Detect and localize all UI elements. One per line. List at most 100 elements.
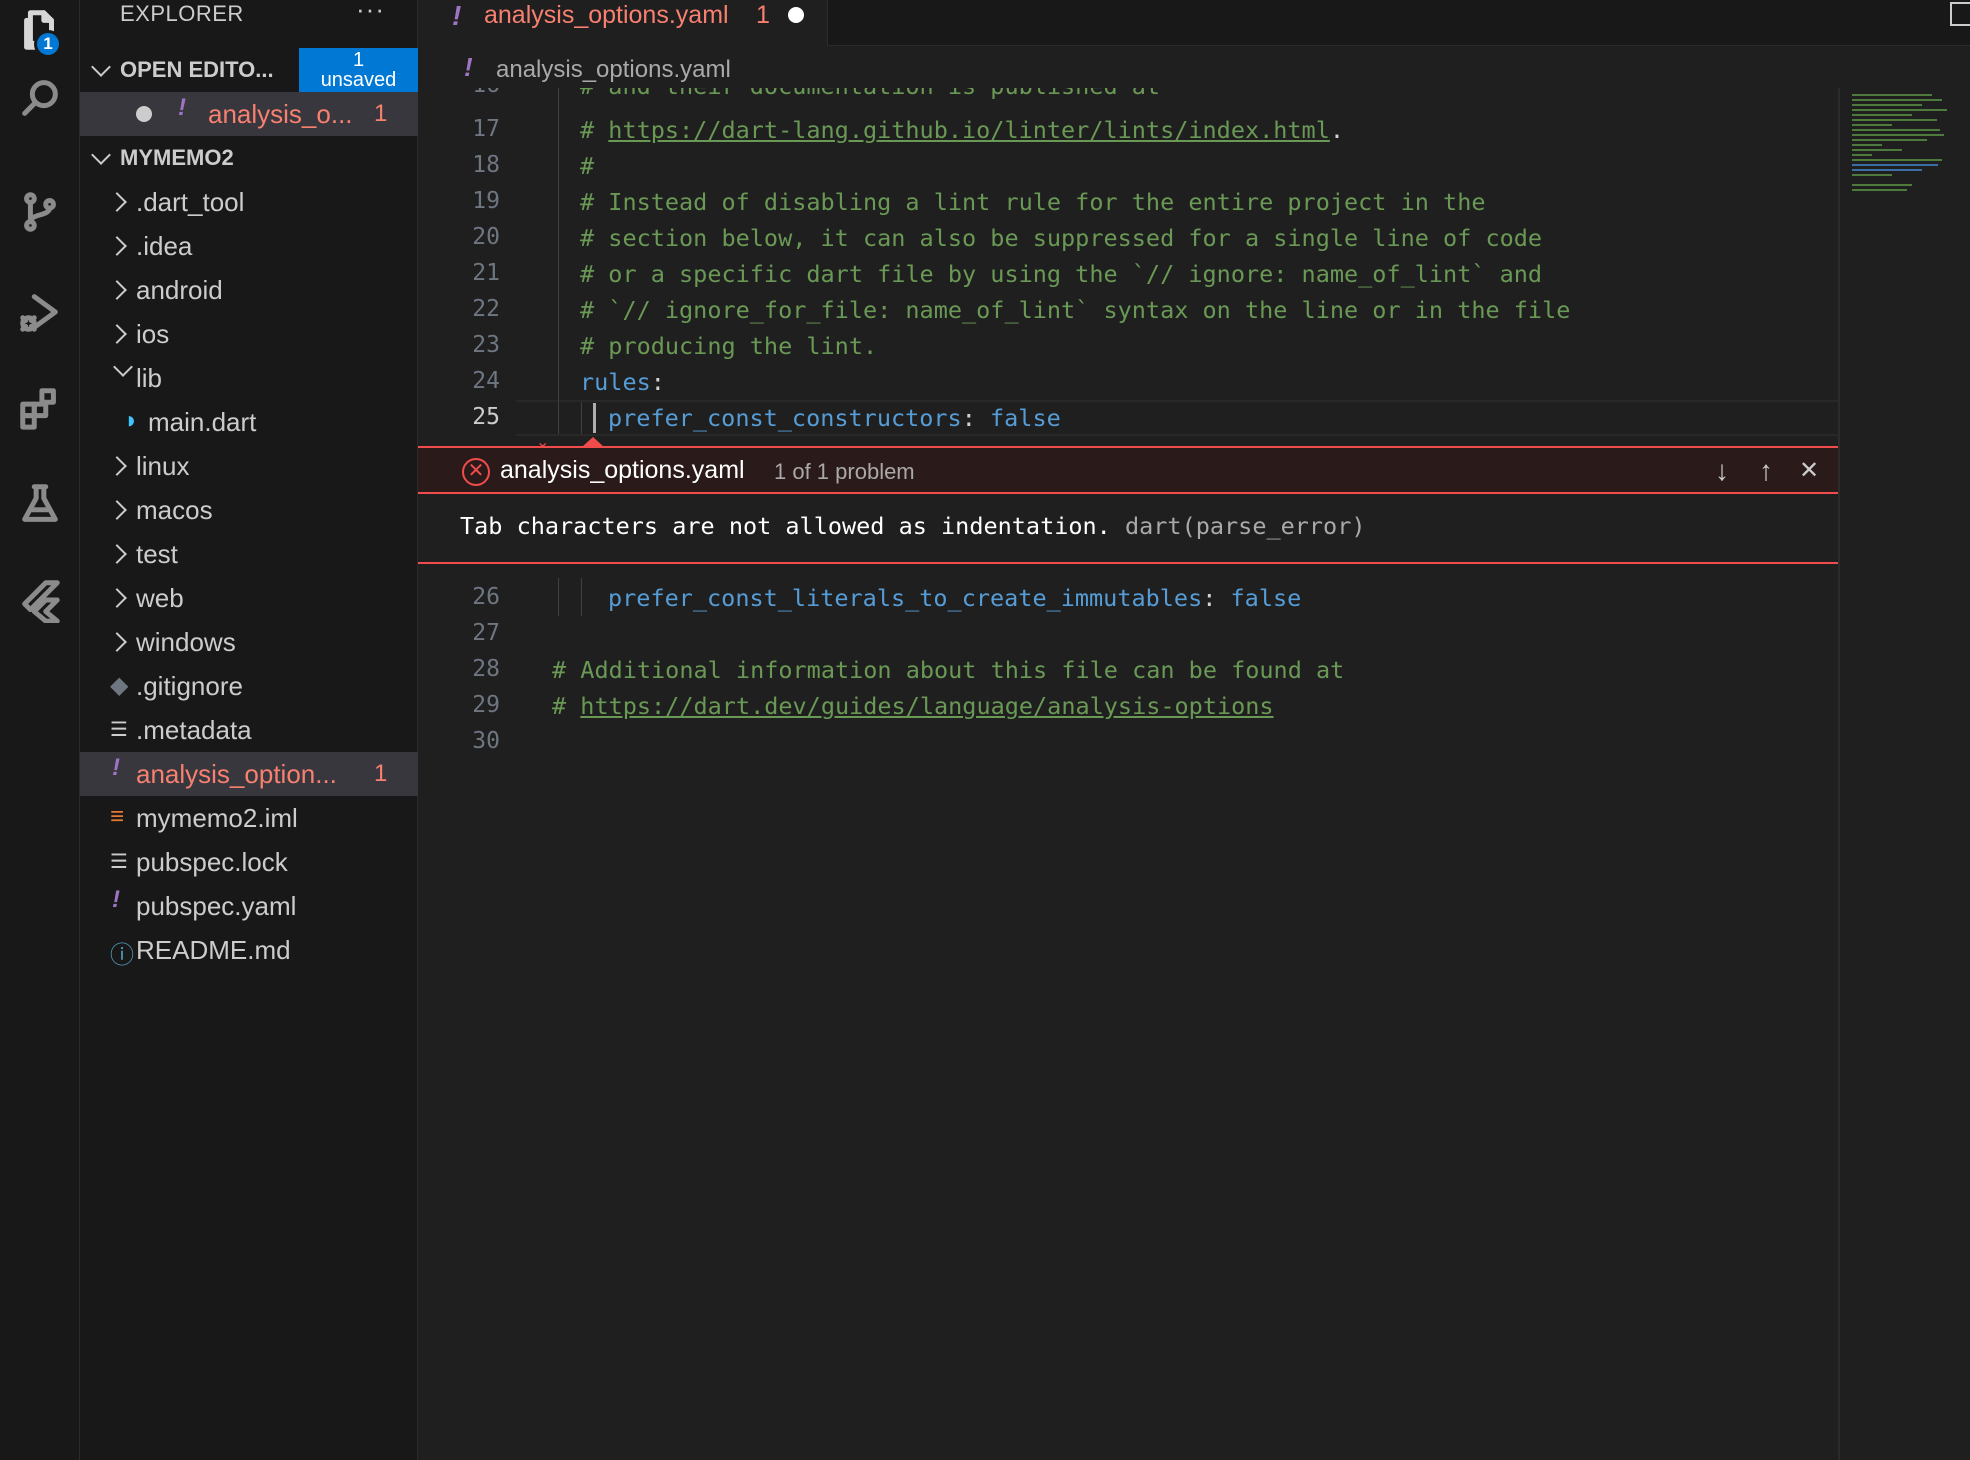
tree-item[interactable]: lib	[80, 356, 418, 400]
flutter-icon[interactable]	[0, 556, 80, 644]
tree-item[interactable]: android	[80, 268, 418, 312]
info-icon: ⓘ	[110, 942, 134, 969]
tree-item[interactable]: ☰ pubspec.lock	[80, 840, 418, 884]
tree-item[interactable]: ! pubspec.yaml	[80, 884, 418, 928]
minimap-line	[1852, 104, 1922, 106]
project-label: MYMEMO2	[120, 145, 234, 170]
tree-item[interactable]: windows	[80, 620, 418, 664]
code-line: # https://dart.dev/guides/language/analy…	[552, 692, 1274, 720]
code-line: # producing the lint.	[580, 332, 878, 360]
yaml-value: false	[1230, 584, 1302, 612]
line-number: 24	[472, 368, 500, 394]
yaml-value: false	[990, 404, 1061, 432]
tree-item[interactable]: ☰ .metadata	[80, 708, 418, 752]
more-actions-icon[interactable]: ···	[356, 0, 385, 25]
text-file-icon: ☰	[110, 851, 128, 873]
tree-item[interactable]: ◗ main.dart	[80, 400, 418, 444]
tree-item-label: pubspec.yaml	[136, 891, 297, 921]
split-editor-icon[interactable]	[1950, 2, 1970, 26]
code-line: prefer_const_constructors: false	[608, 404, 1061, 432]
error-message: Tab characters are not allowed as indent…	[460, 512, 1111, 540]
explorer-panel: EXPLORER ··· OPEN EDITO... 1 unsaved ! a…	[80, 0, 418, 1460]
problem-count: 1	[374, 100, 388, 127]
project-header[interactable]: MYMEMO2	[80, 136, 418, 180]
line-number: 20	[472, 224, 500, 250]
activity-bar: 1	[0, 0, 80, 1460]
search-icon[interactable]	[0, 54, 80, 142]
chevron-right-icon	[107, 236, 127, 256]
scrollbar-track[interactable]	[1838, 88, 1840, 1460]
tree-item[interactable]: .idea	[80, 224, 418, 268]
minimap-line	[1852, 144, 1882, 146]
tree-item[interactable]: web	[80, 576, 418, 620]
code-punct: :	[650, 368, 665, 396]
minimap-line	[1852, 109, 1947, 111]
tree-item[interactable]: ! analysis_option... 1	[80, 752, 418, 796]
next-problem-button[interactable]: ↓	[1706, 456, 1738, 488]
close-peek-button[interactable]: ✕	[1793, 456, 1825, 488]
tree-item-label: .dart_tool	[136, 187, 245, 217]
run-debug-icon[interactable]	[0, 268, 80, 356]
unsaved-dot-icon[interactable]	[136, 106, 152, 122]
yaml-key: prefer_const_constructors	[608, 404, 962, 432]
line-number: 29	[472, 692, 500, 718]
tree-item-label: pubspec.lock	[136, 847, 288, 877]
code-link[interactable]: https://dart.dev/guides/language/analysi…	[580, 692, 1273, 720]
code-line: # `// ignore_for_file: name_of_lint` syn…	[580, 296, 1571, 324]
minimap[interactable]	[1848, 88, 1970, 228]
code-punct: :	[961, 404, 991, 432]
problem-peek: ✕ analysis_options.yaml 1 of 1 problem ↓…	[418, 446, 1838, 564]
open-editor-label: analysis_o...	[208, 99, 353, 129]
tree-item[interactable]: macos	[80, 488, 418, 532]
code-line: #	[580, 152, 595, 180]
explorer-icon[interactable]: 1	[0, 0, 80, 60]
dart-icon: ◗	[124, 407, 139, 434]
tree-item[interactable]: test	[80, 532, 418, 576]
git-icon: ◆	[110, 672, 129, 699]
chevron-right-icon	[107, 324, 127, 344]
minimap-line	[1852, 139, 1927, 141]
peek-count: 1 of 1 problem	[774, 459, 915, 484]
tree-item-label: windows	[136, 627, 236, 657]
line-number: 26	[472, 584, 500, 610]
tree-item[interactable]: ≡ mymemo2.iml	[80, 796, 418, 840]
previous-problem-button[interactable]: ↑	[1750, 456, 1782, 488]
peek-message: Tab characters are not allowed as indent…	[460, 512, 1366, 540]
unsaved-label: unsaved	[320, 69, 397, 91]
extensions-icon[interactable]	[0, 364, 80, 452]
tree-item[interactable]: .dart_tool	[80, 180, 418, 224]
code-link[interactable]: https://dart-lang.github.io/linter/lints…	[608, 116, 1330, 144]
code-line: prefer_const_literals_to_create_immutabl…	[608, 584, 1301, 612]
yaml-icon: !	[112, 754, 120, 781]
minimap-line	[1852, 164, 1938, 166]
error-circle-icon: ✕	[462, 458, 490, 486]
tree-item[interactable]: ⓘ README.md	[80, 928, 418, 972]
tree-item[interactable]: ios	[80, 312, 418, 356]
indent-guide	[581, 578, 582, 616]
tree-item-label: linux	[136, 451, 190, 481]
yaml-icon: !	[112, 886, 120, 913]
code-line: # or a specific dart file by using the `…	[580, 260, 1543, 288]
chevron-right-icon	[107, 632, 127, 652]
minimap-line	[1852, 114, 1912, 116]
chevron-right-icon	[107, 588, 127, 608]
line-number: 28	[472, 656, 500, 682]
minimap-line	[1852, 94, 1932, 96]
open-editor-item[interactable]: ! analysis_o... 1	[80, 92, 418, 136]
line-number: 23	[472, 332, 500, 358]
line-number: 30	[472, 728, 500, 754]
testing-icon[interactable]	[0, 460, 80, 548]
tree-item-label: analysis_option...	[136, 759, 337, 789]
line-number: 19	[472, 188, 500, 214]
minimap-line	[1852, 169, 1922, 171]
tree-item[interactable]: linux	[80, 444, 418, 488]
yaml-key: prefer_const_literals_to_create_immutabl…	[608, 584, 1203, 612]
unsaved-badge: 1 unsaved	[299, 48, 418, 92]
minimap-line	[1852, 124, 1892, 126]
minimap-line	[1852, 184, 1912, 186]
source-control-icon[interactable]	[0, 168, 80, 256]
tree-item-label: lib	[136, 363, 163, 393]
code-area[interactable]: 16 # and their documentation is publishe…	[418, 0, 1838, 1460]
tree-item[interactable]: ◆ .gitignore	[80, 664, 418, 708]
line-number: 27	[472, 620, 500, 646]
